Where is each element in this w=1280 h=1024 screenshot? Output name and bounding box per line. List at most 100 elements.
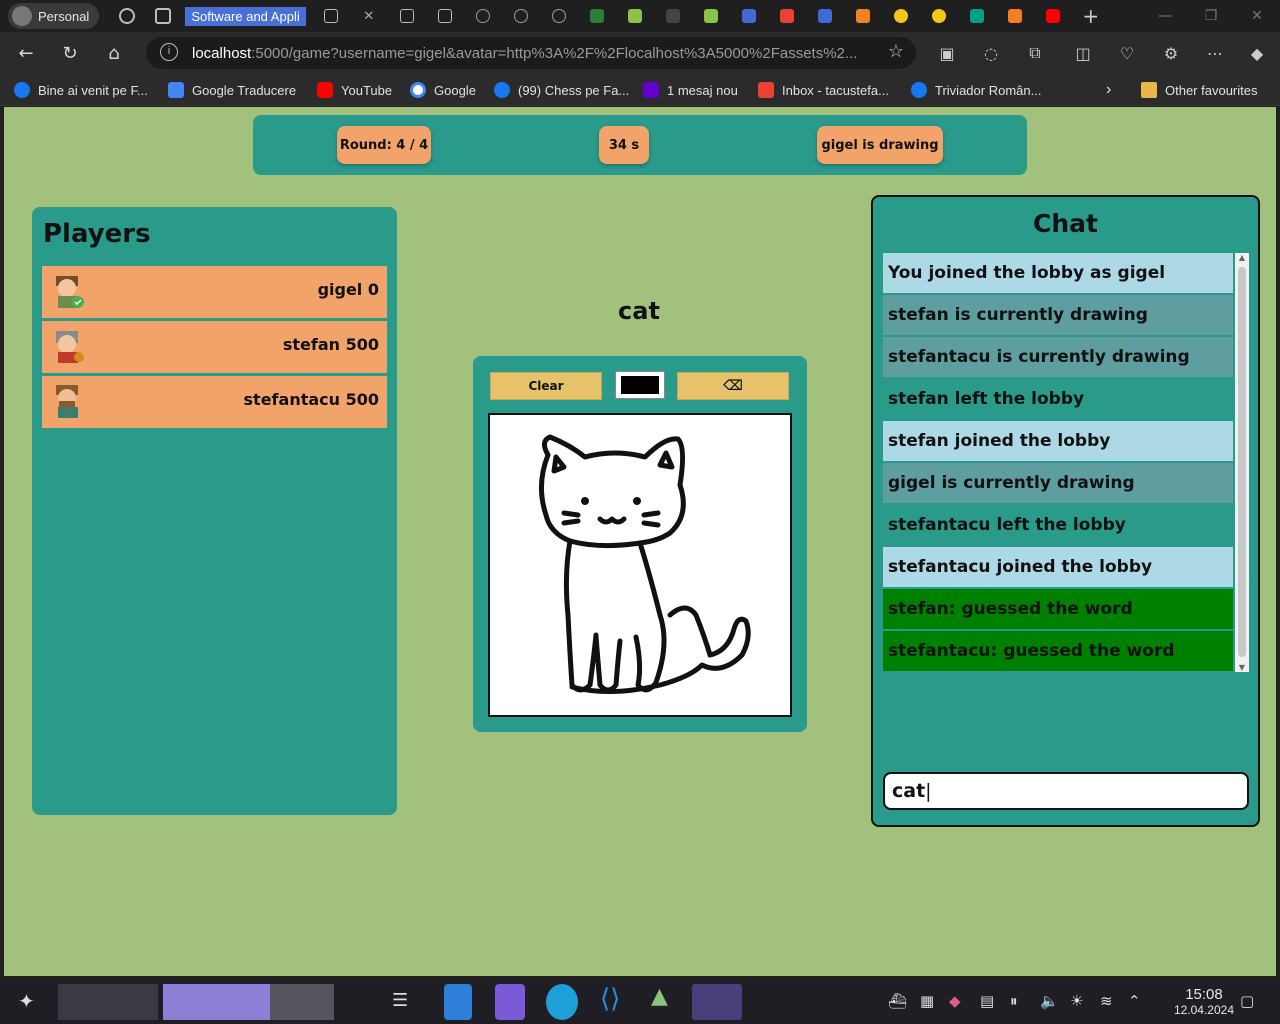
performance-icon[interactable]: ♡ — [1114, 40, 1140, 66]
player-avatar-icon — [56, 276, 84, 308]
tab-page[interactable] — [312, 0, 350, 32]
grid-icon[interactable]: ▦ — [920, 992, 934, 1010]
app-tray-icon[interactable]: ◆ — [949, 992, 961, 1010]
refresh-button[interactable]: ↻ — [52, 35, 88, 71]
volume-icon[interactable]: 🔈 — [1040, 992, 1059, 1010]
more-menu-icon[interactable]: ⋯ — [1202, 40, 1228, 66]
docker-icon[interactable]: ⛴ — [888, 992, 907, 1010]
bookmarks-overflow-button[interactable]: › — [1106, 81, 1111, 99]
chat-scrollbar[interactable]: ▲ ▼ — [1235, 253, 1249, 672]
gmail-icon — [758, 82, 774, 98]
eraser-button[interactable]: ⌫ — [677, 372, 789, 400]
window-controls: — ❐ ✕ — [1142, 0, 1280, 32]
chevron-up-icon[interactable]: ⌃ — [1128, 992, 1141, 1010]
new-tab-button[interactable]: + — [1072, 0, 1110, 32]
bookmark-item[interactable]: Bine ai venit pe F... — [14, 81, 148, 99]
color-picker[interactable] — [615, 371, 665, 399]
screenshot-tool-icon[interactable] — [692, 984, 742, 1020]
tab-site[interactable] — [882, 0, 920, 32]
extensions-puzzle-icon[interactable]: ⧉ — [1022, 40, 1048, 66]
site-icon — [893, 9, 908, 23]
file-manager-icon[interactable] — [495, 984, 525, 1020]
url-path: :5000/game?username=gigel&avatar=http%3A… — [251, 44, 858, 62]
tab-actions-icon[interactable] — [155, 8, 172, 24]
copilot-icon[interactable]: ◆ — [1244, 40, 1270, 66]
workspaces-icon[interactable] — [119, 8, 136, 24]
tab-site[interactable] — [502, 0, 540, 32]
site-icon — [931, 9, 946, 23]
tab-site[interactable] — [996, 0, 1034, 32]
minimize-icon[interactable]: — — [1142, 0, 1188, 32]
drawing-board: Clear ⌫ — [473, 356, 807, 732]
clock[interactable]: 15:08 12.04.2024 — [1174, 986, 1234, 1017]
bookmarks-bar: Bine ai venit pe F... Google Traducere Y… — [0, 74, 1280, 106]
tab-close[interactable]: ✕ — [350, 0, 388, 32]
text-cursor: | — [925, 780, 932, 802]
tab-site[interactable] — [768, 0, 806, 32]
pause-icon[interactable]: ⏸ — [1010, 992, 1018, 1010]
tab-site[interactable] — [654, 0, 692, 32]
tab-active[interactable]: Software and Appli — [185, 4, 306, 28]
tab-site[interactable] — [730, 0, 768, 32]
taskbar-window-preview[interactable] — [270, 984, 334, 1020]
edge-dev-icon[interactable] — [546, 984, 578, 1020]
bookmark-item[interactable]: Inbox - tacustefa... — [758, 81, 889, 99]
player-avatar-icon — [56, 331, 84, 363]
back-button[interactable]: ← — [8, 35, 44, 71]
tab-page[interactable] — [388, 0, 426, 32]
wifi-icon[interactable]: ≋ — [1100, 992, 1113, 1010]
clipboard-icon[interactable]: ▤ — [980, 992, 994, 1010]
brightness-icon[interactable]: ☀ — [1070, 992, 1083, 1010]
close-window-icon[interactable]: ✕ — [1234, 0, 1280, 32]
tab-site[interactable] — [1034, 0, 1072, 32]
scrollbar-thumb[interactable] — [1238, 267, 1246, 657]
bookmark-item[interactable]: Google Traducere — [168, 81, 296, 99]
bookmark-item[interactable]: Triviador Român... — [911, 81, 1041, 99]
url-field[interactable]: i localhost:5000/game?username=gigel&ava… — [146, 37, 916, 69]
home-button[interactable]: ⌂ — [96, 35, 132, 71]
chat-input[interactable]: cat | — [883, 772, 1249, 810]
settings-sliders-icon[interactable]: ☰ — [392, 984, 420, 1020]
drawing-canvas[interactable] — [488, 413, 792, 717]
image-viewer-icon[interactable]: ▲ — [651, 984, 681, 1020]
other-favourites[interactable]: Other favourites — [1141, 81, 1258, 99]
extension-icon[interactable]: ▣ — [934, 40, 960, 66]
bookmark-label: Triviador Român... — [935, 82, 1042, 98]
tab-page[interactable] — [426, 0, 464, 32]
tab-site[interactable] — [464, 0, 502, 32]
scroll-up-icon[interactable]: ▲ — [1235, 253, 1249, 262]
page-icon — [399, 9, 414, 23]
store-icon[interactable] — [444, 984, 472, 1020]
page-icon — [437, 9, 452, 23]
tab-site[interactable] — [578, 0, 616, 32]
vscode-icon[interactable]: ⟨⟩ — [600, 984, 630, 1020]
tab-site[interactable] — [806, 0, 844, 32]
restore-icon[interactable]: ❐ — [1188, 0, 1234, 32]
google-icon — [410, 82, 426, 98]
tab-site[interactable] — [692, 0, 730, 32]
bookmark-item[interactable]: Google — [410, 81, 476, 99]
bookmark-item[interactable]: 1 mesaj nou — [643, 81, 738, 99]
drawer-indicator: gigel is drawing — [817, 126, 943, 164]
scroll-down-icon[interactable]: ▼ — [1235, 663, 1249, 672]
bookmark-item[interactable]: (99) Chess pe Fa... — [494, 81, 629, 99]
tracking-icon[interactable]: ◌ — [978, 40, 1004, 66]
info-icon[interactable]: i — [160, 43, 178, 61]
notifications-icon[interactable]: ▢ — [1240, 992, 1254, 1010]
tab-site[interactable] — [616, 0, 654, 32]
start-menu-icon[interactable]: ✦ — [18, 984, 48, 1020]
favorite-star-icon[interactable]: ☆ — [888, 41, 904, 62]
collections-icon[interactable]: ⚙ — [1158, 40, 1184, 66]
tab-site[interactable] — [958, 0, 996, 32]
taskbar-window-preview[interactable] — [58, 984, 158, 1020]
profile-button[interactable]: Personal — [8, 3, 100, 29]
game-status-bar: Round: 4 / 4 34 s gigel is drawing — [253, 115, 1027, 175]
tab-site[interactable] — [540, 0, 578, 32]
tab-site[interactable] — [920, 0, 958, 32]
bookmark-item[interactable]: YouTube — [317, 81, 392, 99]
split-screen-icon[interactable]: ◫ — [1070, 40, 1096, 66]
tab-title: Software and Appli — [185, 6, 306, 26]
tab-site[interactable] — [844, 0, 882, 32]
chat-message: stefan: guessed the word — [883, 589, 1233, 629]
clear-button[interactable]: Clear — [490, 372, 602, 400]
